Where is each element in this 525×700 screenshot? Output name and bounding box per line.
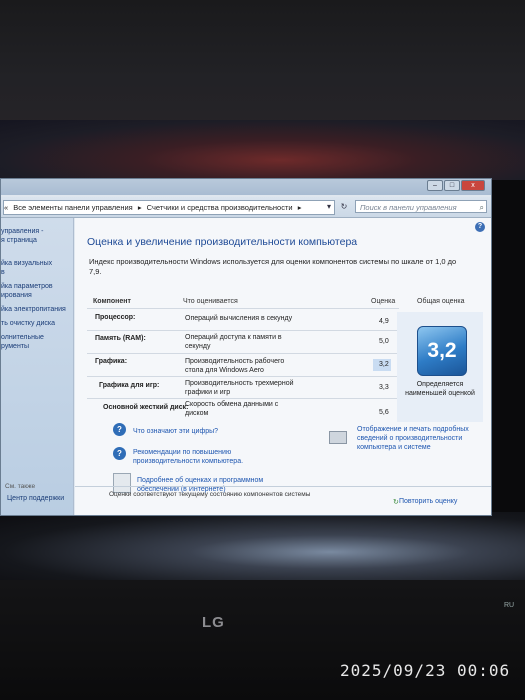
page-title: Оценка и увеличение производительности к… bbox=[87, 236, 358, 248]
sidebar-item-visual-effects-cont[interactable]: в bbox=[1, 268, 5, 277]
close-button[interactable]: x bbox=[461, 180, 485, 191]
row-divider bbox=[87, 353, 399, 354]
page-description: Индекс производительности Windows исполь… bbox=[89, 257, 457, 276]
row-gaming-component: Графика для игр: bbox=[99, 382, 160, 389]
help-icon[interactable]: ? bbox=[475, 222, 485, 232]
footer-divider bbox=[75, 486, 491, 487]
minimize-button[interactable]: – bbox=[427, 180, 443, 191]
row-cpu-score: 4,9 bbox=[379, 318, 389, 325]
row-gaming-what: Производительность трехмерной графики и … bbox=[185, 380, 294, 396]
dropdown-arrow-icon[interactable]: ▾ bbox=[323, 200, 335, 213]
tips-link[interactable]: Рекомендации по повышению производительн… bbox=[133, 448, 273, 466]
breadcrumb-separator-icon[interactable]: ▸ bbox=[138, 203, 142, 212]
overall-score-panel: 3,2 Определяется наименьшей оценкой bbox=[397, 312, 483, 422]
column-header-what: Что оценивается bbox=[183, 298, 238, 305]
desktop-wallpaper bbox=[0, 120, 525, 180]
row-cpu-what: Операций вычисления в секунду bbox=[185, 315, 293, 322]
overall-score-badge: 3,2 bbox=[417, 326, 467, 376]
sidebar-item-support-center[interactable]: Центр поддержки bbox=[7, 494, 64, 503]
printer-icon[interactable] bbox=[329, 431, 347, 444]
search-icon[interactable]: ⌕ bbox=[480, 201, 484, 214]
search-input[interactable]: Поиск в панели управления ⌕ bbox=[355, 200, 487, 213]
column-header-component: Компонент bbox=[93, 298, 131, 305]
photo-timestamp: 2025/09/23 00:06 bbox=[340, 661, 511, 680]
row-gaming-score: 3,3 bbox=[379, 384, 389, 391]
row-disk-what: Скорость обмена данными с диском bbox=[185, 401, 279, 417]
language-indicator[interactable]: RU bbox=[504, 602, 514, 609]
breadcrumb-back-chevron-icon[interactable]: « bbox=[4, 203, 8, 212]
column-header-score: Оценка bbox=[371, 298, 396, 305]
see-also-heading: См. также bbox=[5, 483, 36, 490]
breadcrumb-separator-icon[interactable]: ▸ bbox=[298, 203, 302, 212]
search-placeholder: Поиск в панели управления bbox=[360, 203, 457, 212]
sidebar-item-tools[interactable]: олнительные bbox=[1, 333, 44, 342]
row-disk-component: Основной жесткий диск: bbox=[103, 404, 189, 411]
sidebar-item-power[interactable]: йка электропитания bbox=[1, 305, 66, 314]
row-divider bbox=[87, 398, 399, 399]
sidebar-item-indexing-cont[interactable]: ирования bbox=[1, 291, 32, 300]
row-disk-score: 5,6 bbox=[379, 409, 389, 416]
breadcrumb-performance[interactable]: Счетчики и средства производительности bbox=[147, 203, 293, 212]
sidebar-item-tools-cont[interactable]: рументы bbox=[1, 342, 29, 351]
header-divider bbox=[87, 308, 399, 309]
refresh-icon[interactable]: ↻ bbox=[338, 200, 350, 213]
window-controls: – □ x bbox=[427, 180, 485, 191]
row-divider bbox=[87, 376, 399, 377]
row-graphics-score: 3,2 bbox=[379, 361, 389, 368]
row-ram-component: Память (RAM): bbox=[95, 335, 146, 342]
breadcrumb[interactable]: « Все элементы панели управления ▸ Счетч… bbox=[3, 200, 335, 215]
monitor-brand-logo: LG bbox=[202, 614, 225, 631]
row-ram-score: 5,0 bbox=[379, 338, 389, 345]
footer-status: Оценки соответствуют текущему состоянию … bbox=[109, 491, 311, 498]
breadcrumb-all-items[interactable]: Все элементы панели управления bbox=[13, 203, 132, 212]
overall-score-note: Определяется наименьшей оценкой bbox=[405, 381, 475, 397]
maximize-button[interactable]: □ bbox=[444, 180, 460, 191]
desktop-wallpaper-bottom bbox=[0, 512, 525, 587]
help-circle-icon[interactable]: ? bbox=[113, 423, 126, 436]
row-divider bbox=[87, 330, 399, 331]
row-cpu-component: Процессор: bbox=[95, 314, 136, 321]
print-details-link[interactable]: Отображение и печать подробных сведений … bbox=[357, 425, 482, 452]
row-ram-what: Операций доступа к памяти в секунду bbox=[185, 334, 282, 350]
sidebar-item-indexing[interactable]: йка параметров bbox=[1, 282, 53, 291]
main-content: ? Оценка и увеличение производительности… bbox=[75, 218, 491, 515]
rerun-shield-icon[interactable]: ↻ bbox=[393, 498, 399, 506]
row-graphics-component: Графика: bbox=[95, 358, 128, 365]
address-bar: « Все элементы панели управления ▸ Счетч… bbox=[1, 197, 491, 218]
rerun-assessment-link[interactable]: Повторить оценку bbox=[399, 498, 457, 505]
sidebar-item-home-page[interactable]: я страница bbox=[1, 236, 37, 245]
column-header-total: Общая оценка bbox=[417, 298, 465, 305]
info-circle-icon[interactable]: ? bbox=[113, 447, 126, 460]
row-graphics-what: Производительность рабочего стола для Wi… bbox=[185, 358, 285, 374]
software-box-icon[interactable] bbox=[113, 473, 131, 493]
sidebar: управления - я страница йка визуальных в… bbox=[1, 218, 74, 515]
monitor-bezel-bottom bbox=[0, 580, 525, 700]
control-panel-window: – □ x « Все элементы панели управления ▸… bbox=[0, 178, 492, 516]
sidebar-item-disk-cleanup[interactable]: ть очистку диска bbox=[1, 319, 55, 328]
sidebar-item-control-panel[interactable]: управления - bbox=[1, 227, 43, 236]
title-bar[interactable]: – □ x bbox=[1, 179, 491, 195]
sidebar-item-visual-effects[interactable]: йка визуальных bbox=[1, 259, 52, 268]
what-mean-link[interactable]: Что означают эти цифры? bbox=[133, 427, 218, 436]
